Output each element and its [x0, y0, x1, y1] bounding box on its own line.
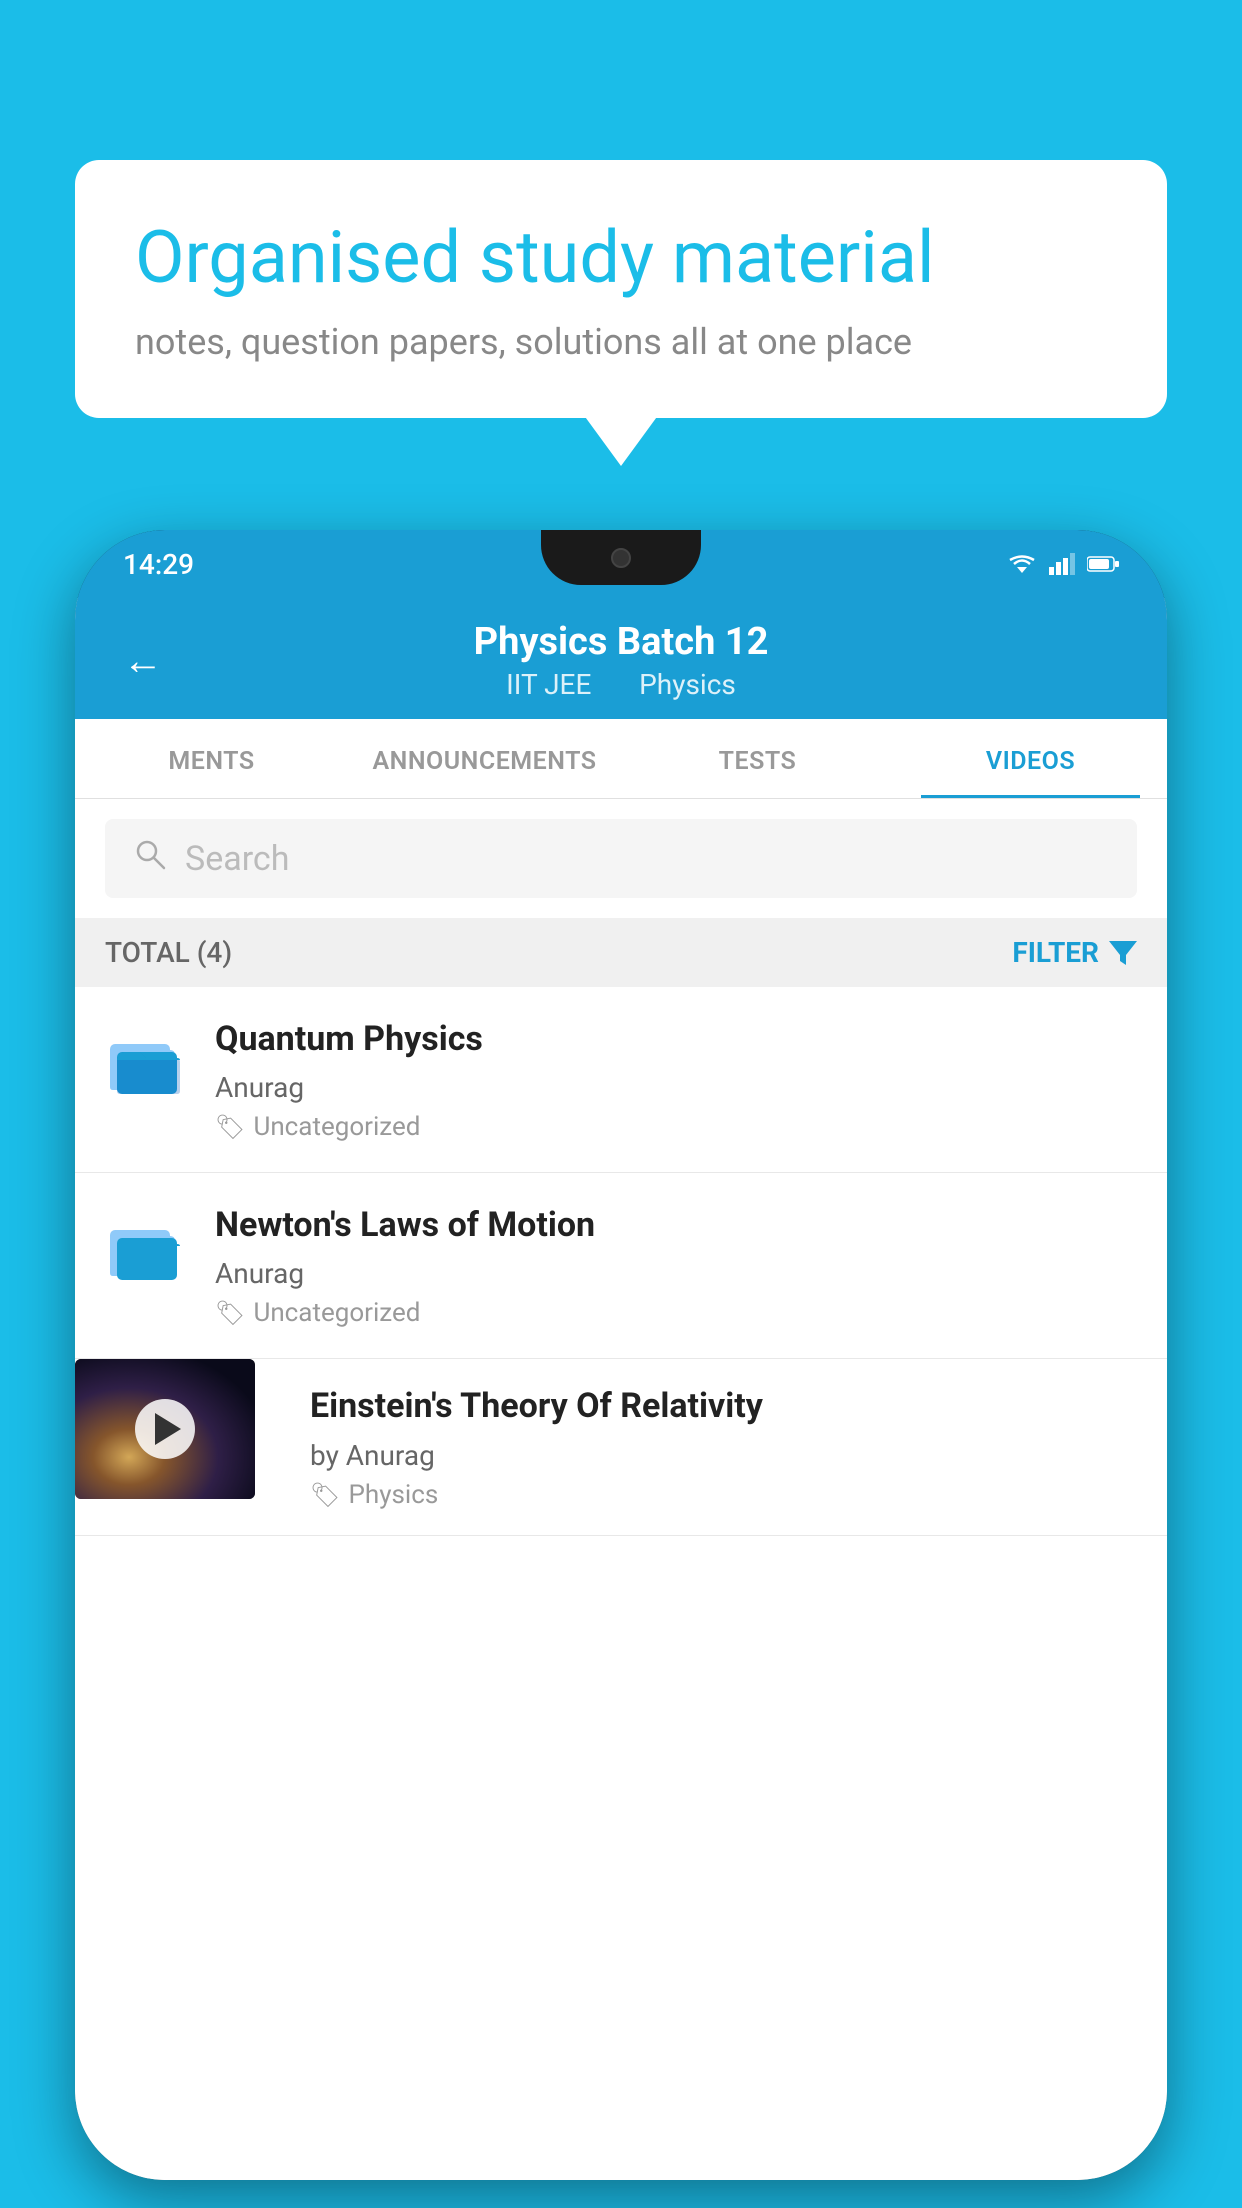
tab-announcements[interactable]: ANNOUNCEMENTS	[348, 719, 621, 798]
filter-button[interactable]: FILTER	[1012, 936, 1137, 969]
status-bar: 14:29	[75, 530, 1167, 598]
tag-icon: 🏷	[215, 1113, 245, 1141]
search-section: Search	[75, 799, 1167, 918]
status-icons	[1007, 553, 1119, 575]
tag-label: Uncategorized	[253, 1112, 420, 1142]
list-item[interactable]: Newton's Laws of Motion Anurag 🏷 Uncateg…	[75, 1173, 1167, 1359]
battery-icon	[1087, 555, 1119, 573]
tag-icon: 🏷	[310, 1481, 340, 1509]
tag-label: Uncategorized	[253, 1298, 420, 1328]
video-author: Anurag	[215, 1257, 1137, 1290]
video-author: by Anurag	[310, 1439, 1147, 1472]
folder-icon	[105, 1022, 185, 1102]
speech-bubble-section: Organised study material notes, question…	[75, 160, 1167, 418]
video-title: Quantum Physics	[215, 1017, 1137, 1061]
video-info: Einstein's Theory Of Relativity by Anura…	[285, 1359, 1167, 1534]
header-subtitle: IIT JEE Physics	[474, 668, 769, 701]
tab-documents[interactable]: MENTS	[75, 719, 348, 798]
camera	[611, 548, 631, 568]
video-info: Newton's Laws of Motion Anurag 🏷 Uncateg…	[215, 1203, 1137, 1328]
video-title: Einstein's Theory Of Relativity	[310, 1384, 1147, 1428]
video-title: Newton's Laws of Motion	[215, 1203, 1137, 1247]
video-tag: 🏷 Uncategorized	[215, 1112, 1137, 1142]
search-placeholder: Search	[185, 839, 289, 879]
phone-screen: ← Physics Batch 12 IIT JEE Physics MENTS…	[75, 598, 1167, 2180]
list-item[interactable]: Quantum Physics Anurag 🏷 Uncategorized	[75, 987, 1167, 1173]
header-category: IIT JEE	[506, 668, 591, 701]
video-author: Anurag	[215, 1071, 1137, 1104]
video-list: Quantum Physics Anurag 🏷 Uncategorized	[75, 987, 1167, 2180]
play-button[interactable]	[135, 1399, 195, 1459]
bubble-subtitle: notes, question papers, solutions all at…	[135, 321, 1107, 363]
tag-label: Physics	[348, 1480, 438, 1510]
tab-tests[interactable]: TESTS	[621, 719, 894, 798]
header-subject: Physics	[639, 668, 736, 701]
bubble-title: Organised study material	[135, 215, 1107, 301]
search-icon	[133, 837, 167, 880]
header-title: Physics Batch 12	[474, 620, 769, 664]
video-tag: 🏷 Physics	[310, 1480, 1147, 1510]
status-time: 14:29	[123, 548, 194, 581]
phone-frame: 14:29	[75, 530, 1167, 2180]
filter-label: FILTER	[1012, 936, 1099, 969]
back-button[interactable]: ←	[123, 637, 163, 684]
video-tag: 🏷 Uncategorized	[215, 1298, 1137, 1328]
phone-notch	[541, 530, 701, 585]
speech-bubble: Organised study material notes, question…	[75, 160, 1167, 418]
tab-videos[interactable]: VIDEOS	[894, 719, 1167, 798]
tabs-container: MENTS ANNOUNCEMENTS TESTS VIDEOS	[75, 719, 1167, 799]
tag-icon: 🏷	[215, 1299, 245, 1327]
app-header: ← Physics Batch 12 IIT JEE Physics	[75, 598, 1167, 719]
folder-icon	[105, 1208, 185, 1288]
filter-bar: TOTAL (4) FILTER	[75, 918, 1167, 987]
wifi-icon	[1007, 553, 1037, 575]
video-info: Quantum Physics Anurag 🏷 Uncategorized	[215, 1017, 1137, 1142]
header-content: Physics Batch 12 IIT JEE Physics	[474, 620, 769, 701]
list-item[interactable]: Einstein's Theory Of Relativity by Anura…	[75, 1359, 1167, 1535]
search-bar[interactable]: Search	[105, 819, 1137, 898]
signal-icon	[1049, 553, 1075, 575]
filter-icon	[1109, 941, 1137, 965]
play-triangle-icon	[155, 1413, 181, 1445]
video-thumbnail	[75, 1359, 255, 1499]
total-count: TOTAL (4)	[105, 936, 232, 969]
